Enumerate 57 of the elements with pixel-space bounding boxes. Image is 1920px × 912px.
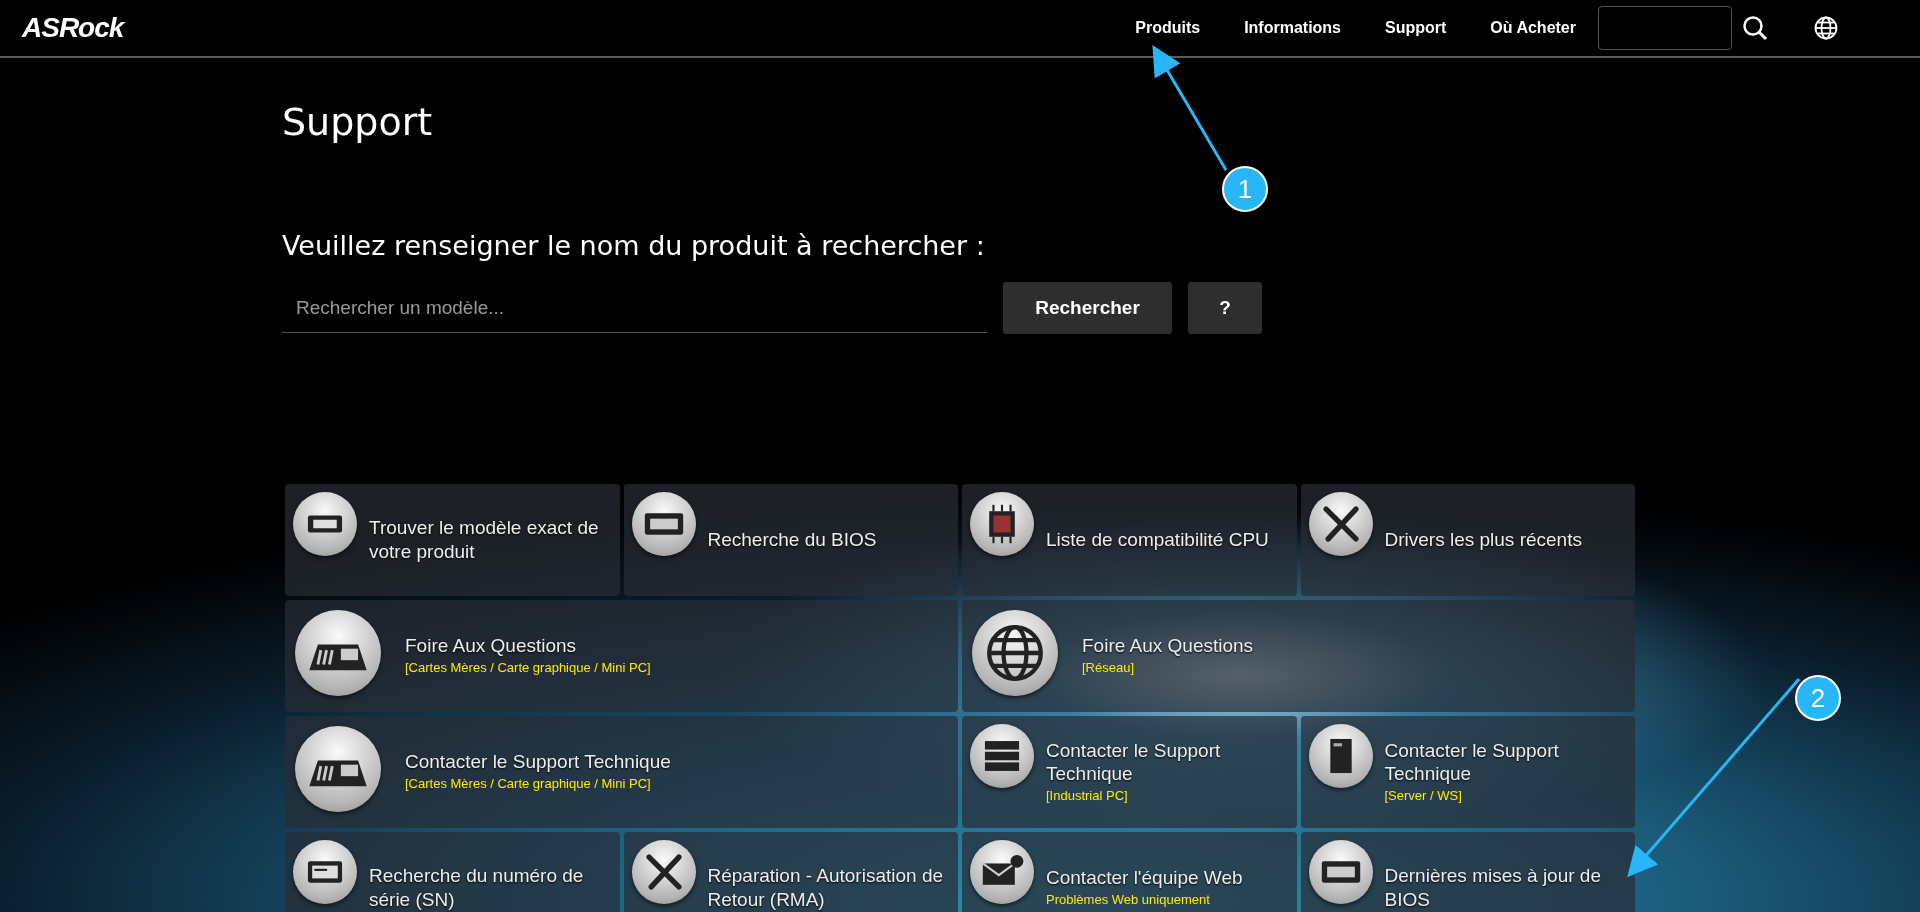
- tower-computer-icon: [1308, 724, 1373, 789]
- support-tile[interactable]: Dernières mises à jour de BIOS: [1300, 832, 1635, 912]
- tile-title: Contacter le Support Technique: [1384, 738, 1560, 787]
- search-field[interactable]: [1598, 6, 1732, 50]
- search-button[interactable]: Rechercher: [1003, 282, 1172, 335]
- nav-link[interactable]: Produits: [1135, 16, 1201, 40]
- globe-icon: [972, 610, 1058, 697]
- circuit-board-icon: [295, 726, 381, 813]
- nav-link[interactable]: Où Acheter: [1490, 16, 1576, 40]
- support-tile[interactable]: Contacter le Support Technique [Cartes Mères / Carte graphique / Mini PC]: [285, 716, 958, 829]
- support-tile[interactable]: Contacter le Support Technique [Industrial PC]: [962, 716, 1297, 829]
- tile-title: Contacter le Support Technique: [1046, 738, 1222, 787]
- support-tile[interactable]: Recherche du numéro de série (SN): [285, 832, 620, 912]
- help-button[interactable]: ?: [1188, 282, 1262, 335]
- circuit-board-icon: [295, 610, 381, 697]
- tile-title: Contacter l'équipe Web: [1046, 866, 1243, 891]
- tile-subtitle: [Cartes Mères / Carte graphique / Mini PC]: [405, 659, 651, 678]
- nav-link[interactable]: Informations: [1244, 16, 1341, 40]
- tile-title: Contacter le Support Technique: [405, 750, 671, 775]
- logo[interactable]: ASRock: [22, 7, 124, 49]
- nav-link[interactable]: Support: [1385, 16, 1447, 40]
- tile-title: Trouver le modèle exact de votre produit: [369, 516, 600, 564]
- tile-title: Recherche du numéro de série (SN): [369, 864, 585, 912]
- tile-subtitle: Problèmes Web uniquement: [1046, 891, 1211, 910]
- tile-title: Drivers les plus récents: [1384, 528, 1582, 552]
- support-tile[interactable]: Drivers les plus récents: [1300, 484, 1635, 597]
- tile-title: Recherche du BIOS: [707, 528, 877, 552]
- processor-icon: [970, 492, 1034, 557]
- support-tile[interactable]: Liste de compatibilité CPU: [962, 484, 1297, 597]
- support-tile[interactable]: Foire Aux Questions [Réseau]: [962, 600, 1635, 713]
- tile-subtitle: [Cartes Mères / Carte graphique / Mini PC]: [405, 775, 652, 794]
- globe-icon[interactable]: [1814, 16, 1838, 40]
- tile-subtitle: [Réseau]: [1082, 659, 1136, 678]
- server-rack-icon: [970, 724, 1034, 789]
- chip-icon: [1308, 840, 1373, 905]
- callout-number: 1: [1222, 166, 1268, 212]
- tile-title: Foire Aux Questions: [405, 634, 578, 659]
- support-tile[interactable]: Recherche du BIOS: [623, 484, 958, 597]
- id-card-icon: [293, 840, 357, 905]
- support-tile[interactable]: Contacter l'équipe Web Problèmes Web uniquement: [962, 832, 1297, 912]
- chip-icon: [631, 492, 696, 557]
- tile-subtitle: [Server / WS]: [1384, 787, 1463, 806]
- callout-number: 2: [1795, 675, 1841, 721]
- support-tile[interactable]: Réparation - Autorisation de Retour (RMA): [623, 832, 958, 912]
- tile-title: Dernières mises à jour de BIOS: [1384, 864, 1602, 912]
- tile-title: Réparation - Autorisation de Retour (RMA): [707, 864, 945, 912]
- support-tile[interactable]: Foire Aux Questions [Cartes Mères / Carte graphique / Mini PC]: [285, 600, 958, 713]
- support-tile[interactable]: Contacter le Support Technique [Server / WS]: [1300, 716, 1635, 829]
- search-icon[interactable]: [1742, 15, 1768, 41]
- tile-title: Liste de compatibilité CPU: [1046, 528, 1269, 552]
- page-title: Support: [282, 100, 434, 146]
- support-tile[interactable]: Trouver le modèle exact de votre produit: [285, 484, 620, 597]
- search-prompt: Veuillez renseigner le nom du produit à rechercher :: [282, 228, 986, 263]
- tile-title: Foire Aux Questions: [1082, 634, 1254, 659]
- card-icon: [293, 492, 357, 557]
- tile-subtitle: [Industrial PC]: [1046, 787, 1129, 806]
- envelope-icon: [970, 840, 1034, 905]
